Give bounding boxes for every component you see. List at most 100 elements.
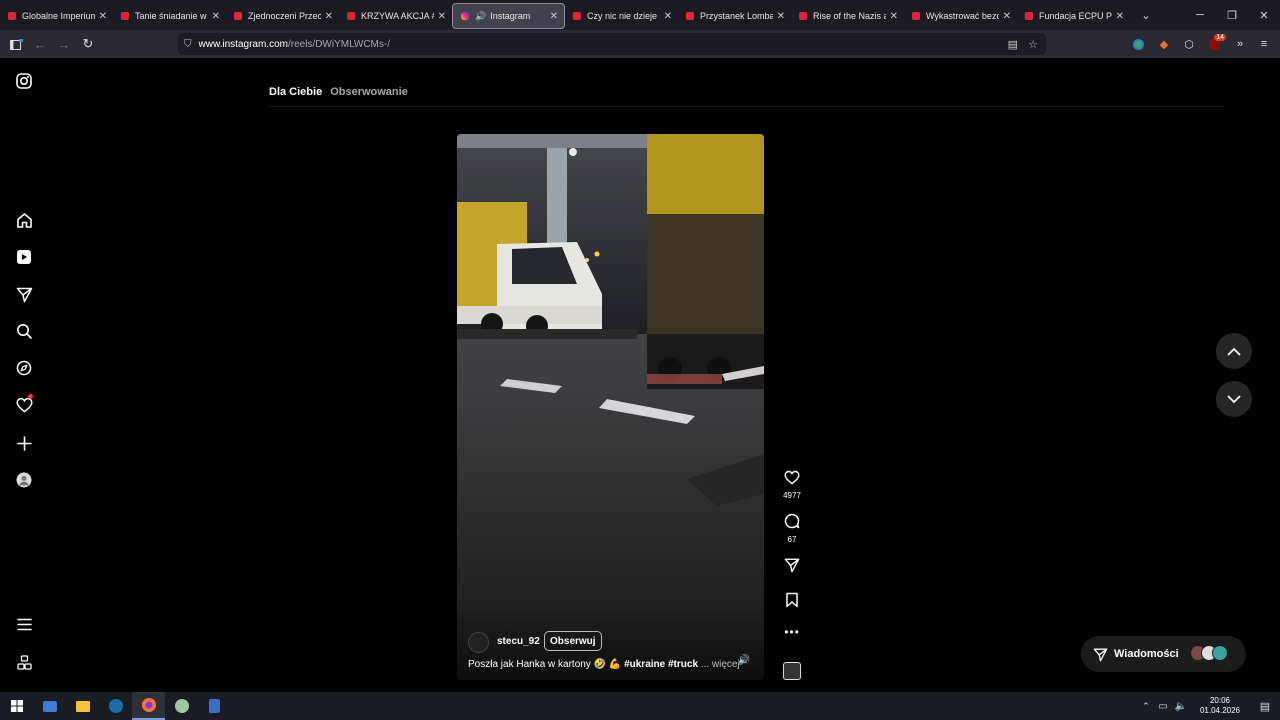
close-tab-icon[interactable]: ✕ bbox=[99, 11, 107, 22]
save-button[interactable] bbox=[780, 592, 804, 613]
notifications-heart-icon[interactable] bbox=[14, 394, 34, 415]
tab-2[interactable]: Zjednoczeni Przeciw ✕ bbox=[226, 3, 339, 29]
menu-icon[interactable]: ≡ bbox=[1253, 33, 1275, 55]
youtube-icon bbox=[912, 12, 920, 20]
tab-label: Rise of the Nazis and bbox=[813, 11, 886, 21]
author-avatar[interactable] bbox=[468, 632, 489, 653]
close-tab-icon[interactable]: ✕ bbox=[325, 11, 333, 22]
youtube-icon bbox=[347, 12, 355, 20]
explore-icon[interactable] bbox=[14, 358, 34, 378]
messages-button[interactable]: Wiadomości bbox=[1081, 636, 1246, 672]
youtube-icon bbox=[686, 12, 694, 20]
network-icon[interactable]: ▭ bbox=[1154, 701, 1172, 712]
sidebar-toggle-icon[interactable] bbox=[4, 32, 28, 56]
video-frame bbox=[457, 134, 764, 680]
tab-0[interactable]: Globalne Imperium B ✕ bbox=[0, 3, 113, 29]
reels-icon[interactable] bbox=[14, 247, 34, 267]
tab-label: Instagram bbox=[490, 11, 531, 21]
close-tab-icon[interactable]: ✕ bbox=[777, 11, 785, 22]
close-window-icon[interactable]: ✕ bbox=[1248, 0, 1280, 30]
like-button[interactable]: 4977 bbox=[780, 470, 804, 500]
tab-instagram[interactable]: 🔊 Instagram ✕ bbox=[452, 3, 565, 29]
clock[interactable]: 20:06 01.04.2026 bbox=[1190, 696, 1250, 716]
close-tab-icon[interactable]: ✕ bbox=[664, 11, 672, 22]
close-tab-icon[interactable]: ✕ bbox=[1003, 11, 1011, 22]
back-icon[interactable]: ← bbox=[28, 32, 52, 56]
author-username[interactable]: stecu_92 bbox=[497, 636, 540, 647]
tab-7[interactable]: Rise of the Nazis and ✕ bbox=[791, 3, 904, 29]
clock-time: 20:06 bbox=[1209, 696, 1231, 705]
notifications-icon[interactable]: ▤ bbox=[1250, 700, 1280, 713]
overflow-chevron-icon[interactable]: » bbox=[1229, 33, 1251, 55]
close-tab-icon[interactable]: ✕ bbox=[212, 11, 220, 22]
audio-toggle-icon[interactable]: 🔊 bbox=[738, 655, 750, 666]
calculator-icon[interactable] bbox=[198, 692, 231, 720]
caption-more-link[interactable]: ... więcej bbox=[701, 659, 740, 670]
window-controls: ─ ❐ ✕ bbox=[1184, 0, 1280, 30]
nav-toolbar: ← → ↻ ⛉ www.instagram.com/reels/DWiYMLWC… bbox=[0, 30, 1280, 58]
speaker-icon[interactable]: 🔊 bbox=[475, 11, 486, 22]
firefox-icon[interactable] bbox=[132, 692, 165, 720]
tab-6[interactable]: Przystanek Lombard ✕ bbox=[678, 3, 791, 29]
shield-extension-icon[interactable] bbox=[1127, 33, 1149, 55]
list-all-tabs-icon[interactable]: ⌄ bbox=[1136, 9, 1156, 22]
tab-8[interactable]: Wykastrować bezdom ✕ bbox=[904, 3, 1017, 29]
extension-badge: 14 bbox=[1214, 34, 1226, 41]
tab-9[interactable]: Fundacja ECPU Polsk ✕ bbox=[1017, 3, 1130, 29]
close-tab-icon[interactable]: ✕ bbox=[890, 11, 898, 22]
ublock-extension-icon[interactable]: 14 bbox=[1204, 33, 1226, 55]
remote-desktop-icon[interactable] bbox=[33, 692, 66, 720]
tab-1[interactable]: Tanie śniadanie w pie ✕ bbox=[113, 3, 226, 29]
close-tab-icon[interactable]: ✕ bbox=[438, 11, 446, 22]
search-icon[interactable] bbox=[14, 321, 34, 341]
close-tab-icon[interactable]: ✕ bbox=[550, 11, 558, 22]
file-explorer-icon[interactable] bbox=[66, 692, 99, 720]
home-icon[interactable] bbox=[14, 210, 34, 230]
reel-video[interactable]: stecu_92 Obserwuj Poszła jak Hanka w kar… bbox=[457, 134, 764, 680]
comment-button[interactable]: 67 bbox=[780, 513, 804, 544]
audio-thumbnail[interactable] bbox=[783, 662, 801, 680]
app-icon[interactable] bbox=[165, 692, 198, 720]
address-bar[interactable]: ⛉ www.instagram.com/reels/DWiYMLWCMs-/ ▤… bbox=[178, 33, 1046, 55]
profile-avatar-icon[interactable] bbox=[14, 470, 34, 490]
direct-messages-icon[interactable] bbox=[14, 284, 34, 304]
fox-extension-icon[interactable]: ◆ bbox=[1153, 33, 1175, 55]
tab-3[interactable]: KRZYWA AKCJA #9 - ✕ bbox=[339, 3, 452, 29]
comment-icon bbox=[784, 513, 800, 529]
steam-icon[interactable] bbox=[99, 692, 132, 720]
share-icon bbox=[784, 558, 800, 573]
extensions-icon[interactable]: ⬡ bbox=[1178, 33, 1200, 55]
tab-strip: Globalne Imperium B ✕ Tanie śniadanie w p… bbox=[0, 0, 1280, 30]
forward-icon[interactable]: → bbox=[52, 32, 76, 56]
tab-for-you[interactable]: Dla Ciebie bbox=[269, 86, 322, 98]
tray-chevron-icon[interactable]: ⌃ bbox=[1138, 701, 1154, 712]
next-reel-button[interactable] bbox=[1216, 381, 1252, 417]
feed-tabs: Dla Ciebie Obserwowanie bbox=[269, 86, 408, 98]
minimize-icon[interactable]: ─ bbox=[1184, 0, 1216, 30]
also-from-meta-icon[interactable] bbox=[14, 652, 34, 672]
instagram-logo-icon[interactable] bbox=[14, 71, 34, 91]
restore-icon[interactable]: ❐ bbox=[1216, 0, 1248, 30]
tab-5[interactable]: Czy nic nie dzieje się ✕ bbox=[565, 3, 678, 29]
share-button[interactable] bbox=[780, 557, 804, 578]
tab-following[interactable]: Obserwowanie bbox=[330, 86, 408, 98]
tab-label: Globalne Imperium B bbox=[22, 11, 95, 21]
url-host: www.instagram.com bbox=[198, 38, 288, 50]
more-options-icon[interactable]: ••• bbox=[780, 625, 804, 639]
more-menu-icon[interactable] bbox=[14, 614, 34, 634]
heart-icon bbox=[784, 470, 800, 485]
previous-reel-button[interactable] bbox=[1216, 333, 1252, 369]
follow-button[interactable]: Obserwuj bbox=[544, 631, 602, 651]
youtube-icon bbox=[573, 12, 581, 20]
reader-view-icon[interactable]: ▤ bbox=[1008, 38, 1018, 51]
messages-label: Wiadomości bbox=[1114, 648, 1179, 660]
reload-icon[interactable]: ↻ bbox=[76, 32, 100, 56]
create-plus-icon[interactable] bbox=[14, 433, 34, 453]
volume-icon[interactable]: 🔈 bbox=[1172, 701, 1190, 712]
start-icon[interactable] bbox=[0, 692, 33, 720]
caption-hashtags[interactable]: #ukraine #truck bbox=[624, 659, 698, 670]
bookmark-star-icon[interactable]: ☆ bbox=[1028, 38, 1038, 51]
close-tab-icon[interactable]: ✕ bbox=[1116, 11, 1124, 22]
chevron-up-icon bbox=[1227, 347, 1241, 356]
site-info-icon[interactable]: ⛉ bbox=[184, 39, 192, 50]
